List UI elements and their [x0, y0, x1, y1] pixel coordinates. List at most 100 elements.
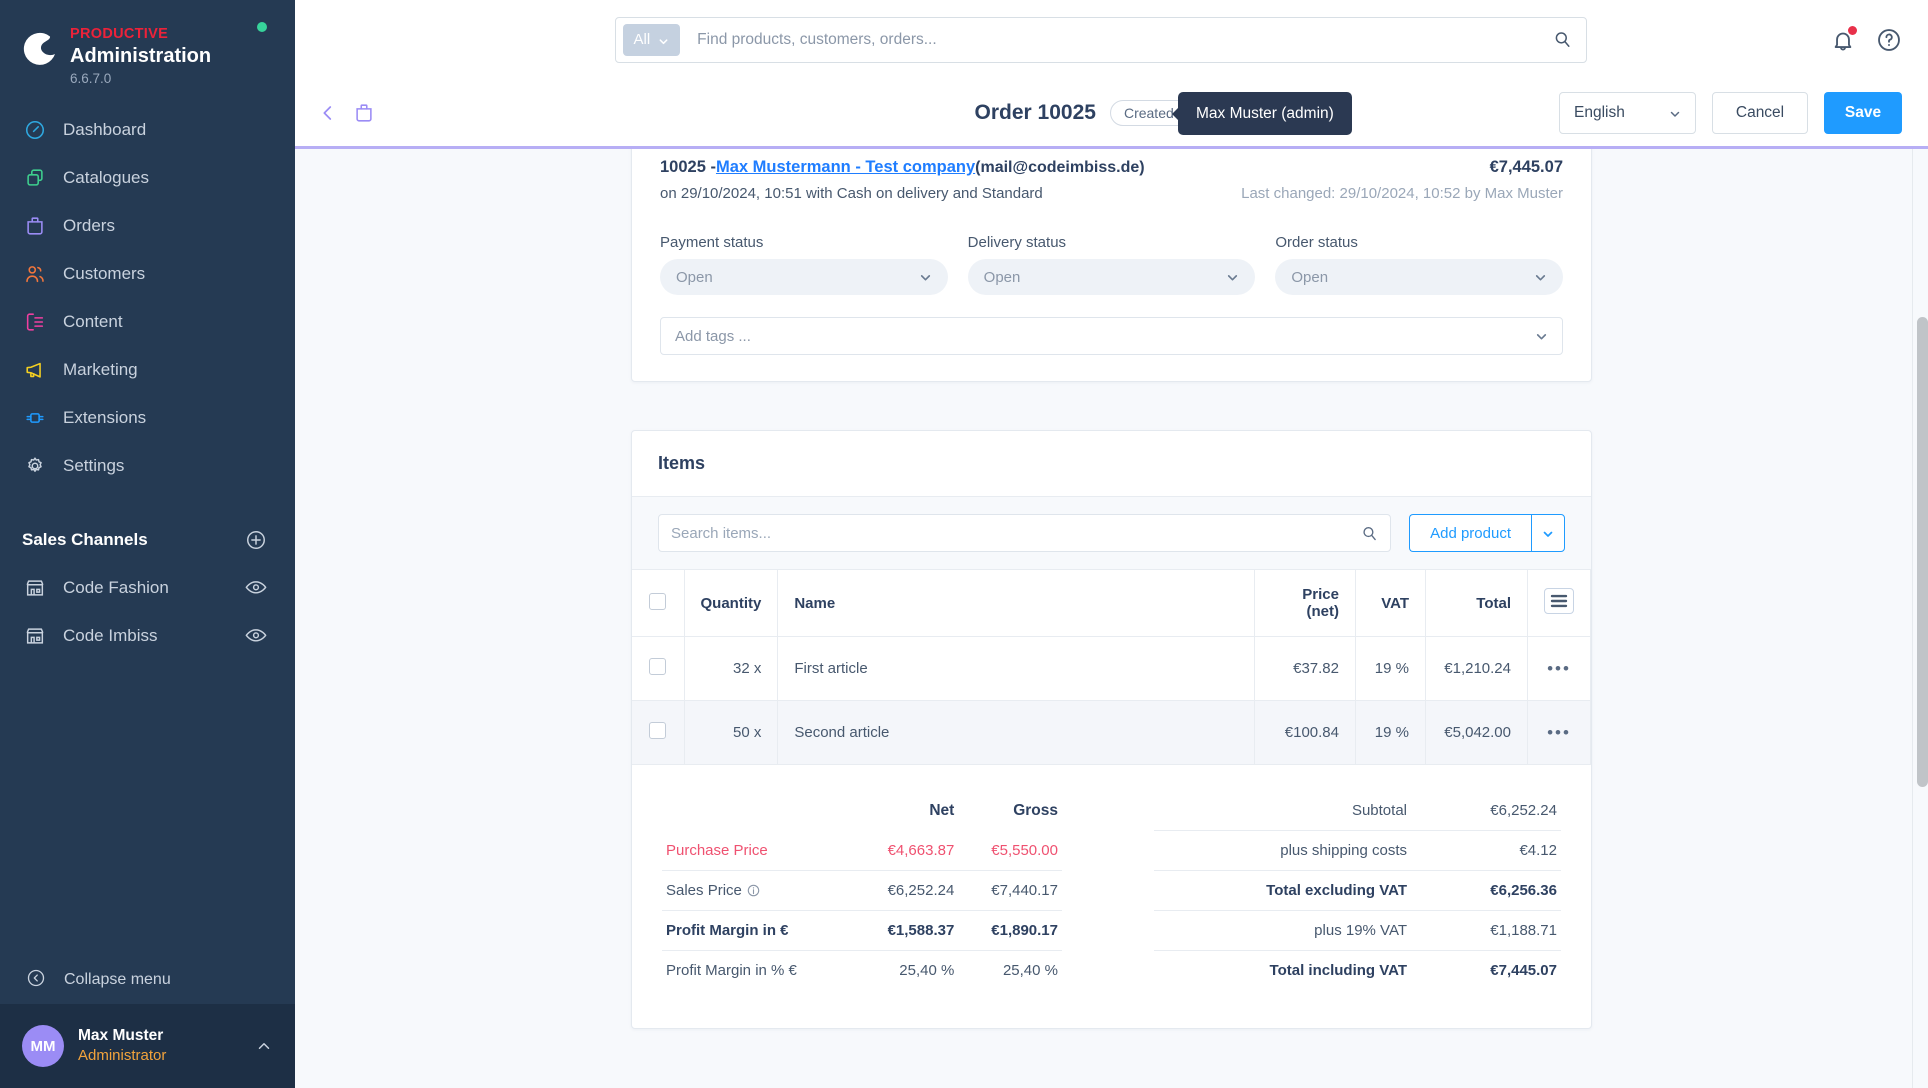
- sidebar-item-label: Content: [63, 312, 123, 331]
- value-subtotal: €6,252.24: [1490, 802, 1557, 819]
- brand[interactable]: PRODUCTIVE Administration 6.6.7.0: [0, 0, 295, 98]
- sidebar-nav: Dashboard Catalogues Orders Customers Co…: [0, 98, 295, 490]
- payment-status-label: Payment status: [660, 234, 764, 251]
- add-product-group: Add product: [1409, 514, 1565, 552]
- sales-channels-header: Sales Channels: [0, 516, 295, 564]
- eye-icon[interactable]: [245, 628, 267, 644]
- sidebar-item-customers[interactable]: Customers: [0, 250, 295, 298]
- language-select[interactable]: English: [1559, 91, 1696, 134]
- add-product-caret-button[interactable]: [1531, 514, 1565, 552]
- items-search[interactable]: [658, 514, 1392, 552]
- add-product-button[interactable]: Add product: [1409, 514, 1531, 552]
- search-icon[interactable]: [1553, 30, 1572, 49]
- row-select-cell: [632, 700, 685, 765]
- chevron-left-icon[interactable]: [317, 102, 339, 124]
- th-total[interactable]: Total: [1425, 570, 1528, 637]
- label-total-excl-vat: Total excluding VAT: [1154, 870, 1411, 911]
- sidebar-item-dashboard[interactable]: Dashboard: [0, 106, 295, 154]
- delivery-status-select[interactable]: Open: [967, 259, 1256, 295]
- eye-icon[interactable]: [245, 580, 267, 596]
- content-icon: [22, 309, 48, 335]
- tags-input[interactable]: Add tags ...: [660, 317, 1563, 355]
- totals-section: Net Gross Purchase Price €4,663.87 €5,55…: [632, 765, 1591, 1028]
- search-scope-button[interactable]: All: [622, 23, 681, 56]
- scroll-content[interactable]: 10025 - Max Mustermann - Test company (m…: [295, 149, 1928, 1088]
- chevron-circle-left-icon: [26, 968, 64, 993]
- order-status-label: Order status: [1275, 234, 1358, 251]
- order-status-field: Order status Open: [1275, 234, 1564, 295]
- chevron-down-icon: [1542, 527, 1554, 539]
- sidebar-item-catalogues[interactable]: Catalogues: [0, 154, 295, 202]
- label-shipping: plus shipping costs: [1154, 830, 1411, 871]
- gross-profit-margin-pct: 25,40 %: [958, 950, 1062, 990]
- select-all-checkbox[interactable]: [649, 592, 667, 610]
- sales-channels-title: Sales Channels: [22, 530, 148, 549]
- sidebar-item-orders[interactable]: Orders: [0, 202, 295, 250]
- row-profit-margin-pct: Profit Margin in % € 25,40 % 25,40 %: [662, 950, 1062, 990]
- more-horizontal-icon[interactable]: •••: [1547, 659, 1571, 678]
- cell-total: €5,042.00: [1425, 700, 1528, 765]
- order-status-select[interactable]: Open: [1275, 259, 1564, 295]
- row-checkbox[interactable]: [649, 658, 667, 675]
- bell-icon[interactable]: [1830, 25, 1857, 53]
- table-row[interactable]: 50 x Second article €100.84 19 % €5,042.…: [632, 700, 1591, 765]
- sidebar-item-label: Catalogues: [63, 168, 150, 187]
- app-root: PRODUCTIVE Administration 6.6.7.0 Dashbo…: [0, 0, 1928, 1088]
- chevron-up-icon[interactable]: [255, 1037, 273, 1055]
- row-purchase-price: Purchase Price €4,663.87 €5,550.00: [662, 831, 1062, 871]
- gauge-icon: [22, 117, 48, 143]
- info-circle-icon[interactable]: [747, 884, 760, 897]
- select-all-cell: [632, 570, 685, 637]
- margin-head-gross: Gross: [1013, 802, 1058, 819]
- status-row: Payment status Open Delivery status Open…: [660, 234, 1564, 295]
- table-header-row: Quantity Name Price (net) VAT Total: [632, 570, 1591, 637]
- items-table: Quantity Name Price (net) VAT Total 32 x…: [632, 570, 1591, 765]
- scrollbar-thumb[interactable]: [1917, 317, 1928, 787]
- list-settings-icon[interactable]: [1544, 587, 1574, 614]
- sidebar-item-label: Dashboard: [63, 120, 147, 139]
- page-header: Order 10025 Created by admin English Can…: [295, 79, 1928, 149]
- cell-price: €37.82: [1254, 636, 1356, 701]
- sales-price-text: Sales Price: [666, 882, 742, 899]
- bag-icon[interactable]: [353, 102, 375, 124]
- sidebar-item-content[interactable]: Content: [0, 298, 295, 346]
- cell-total: €1,210.24: [1425, 636, 1528, 701]
- margin-head-blank: [662, 791, 855, 831]
- sidebar-item-code-fashion[interactable]: Code Fashion: [0, 564, 295, 612]
- global-search[interactable]: All: [614, 16, 1587, 63]
- th-vat[interactable]: VAT: [1355, 570, 1426, 637]
- sidebar-item-settings[interactable]: Settings: [0, 442, 295, 490]
- plus-circle-icon[interactable]: [245, 529, 267, 551]
- label-purchase-price: Purchase Price: [666, 842, 768, 859]
- cancel-button[interactable]: Cancel: [1712, 91, 1808, 134]
- question-circle-icon[interactable]: [1876, 27, 1902, 53]
- th-name[interactable]: Name: [777, 570, 1255, 637]
- th-quantity[interactable]: Quantity: [684, 570, 779, 637]
- sidebar-item-label: Customers: [63, 264, 146, 283]
- save-button[interactable]: Save: [1824, 91, 1902, 134]
- payment-status-select[interactable]: Open: [660, 259, 948, 295]
- table-row[interactable]: 32 x First article €37.82 19 % €1,210.24…: [632, 636, 1591, 701]
- collapse-menu-button[interactable]: Collapse menu: [0, 956, 295, 1004]
- payment-status-value: Open: [676, 268, 713, 286]
- collapse-menu-label: Collapse menu: [64, 971, 171, 988]
- sidebar: PRODUCTIVE Administration 6.6.7.0 Dashbo…: [0, 0, 295, 1088]
- sidebar-item-marketing[interactable]: Marketing: [0, 346, 295, 394]
- value-shipping: €4.12: [1411, 830, 1561, 871]
- row-checkbox[interactable]: [649, 722, 667, 739]
- sidebar-item-extensions[interactable]: Extensions: [0, 394, 295, 442]
- gross-purchase-price: €5,550.00: [991, 842, 1058, 859]
- user-menu[interactable]: MM Max Muster Administrator: [0, 1004, 295, 1088]
- more-horizontal-icon[interactable]: •••: [1547, 723, 1571, 742]
- customer-link[interactable]: Max Mustermann - Test company: [716, 158, 975, 177]
- status-dot-icon: [257, 22, 267, 32]
- sidebar-item-code-imbiss[interactable]: Code Imbiss: [0, 612, 295, 660]
- search-input[interactable]: [680, 30, 1553, 49]
- gross-profit-margin-eur: €1,890.17: [958, 910, 1062, 951]
- cell-name: First article: [777, 636, 1255, 701]
- items-search-input[interactable]: [671, 524, 1362, 542]
- net-purchase-price: €4,663.87: [887, 842, 955, 859]
- th-price[interactable]: Price (net): [1254, 570, 1356, 637]
- search-icon[interactable]: [1361, 525, 1378, 542]
- sidebar-item-label: Settings: [63, 456, 125, 475]
